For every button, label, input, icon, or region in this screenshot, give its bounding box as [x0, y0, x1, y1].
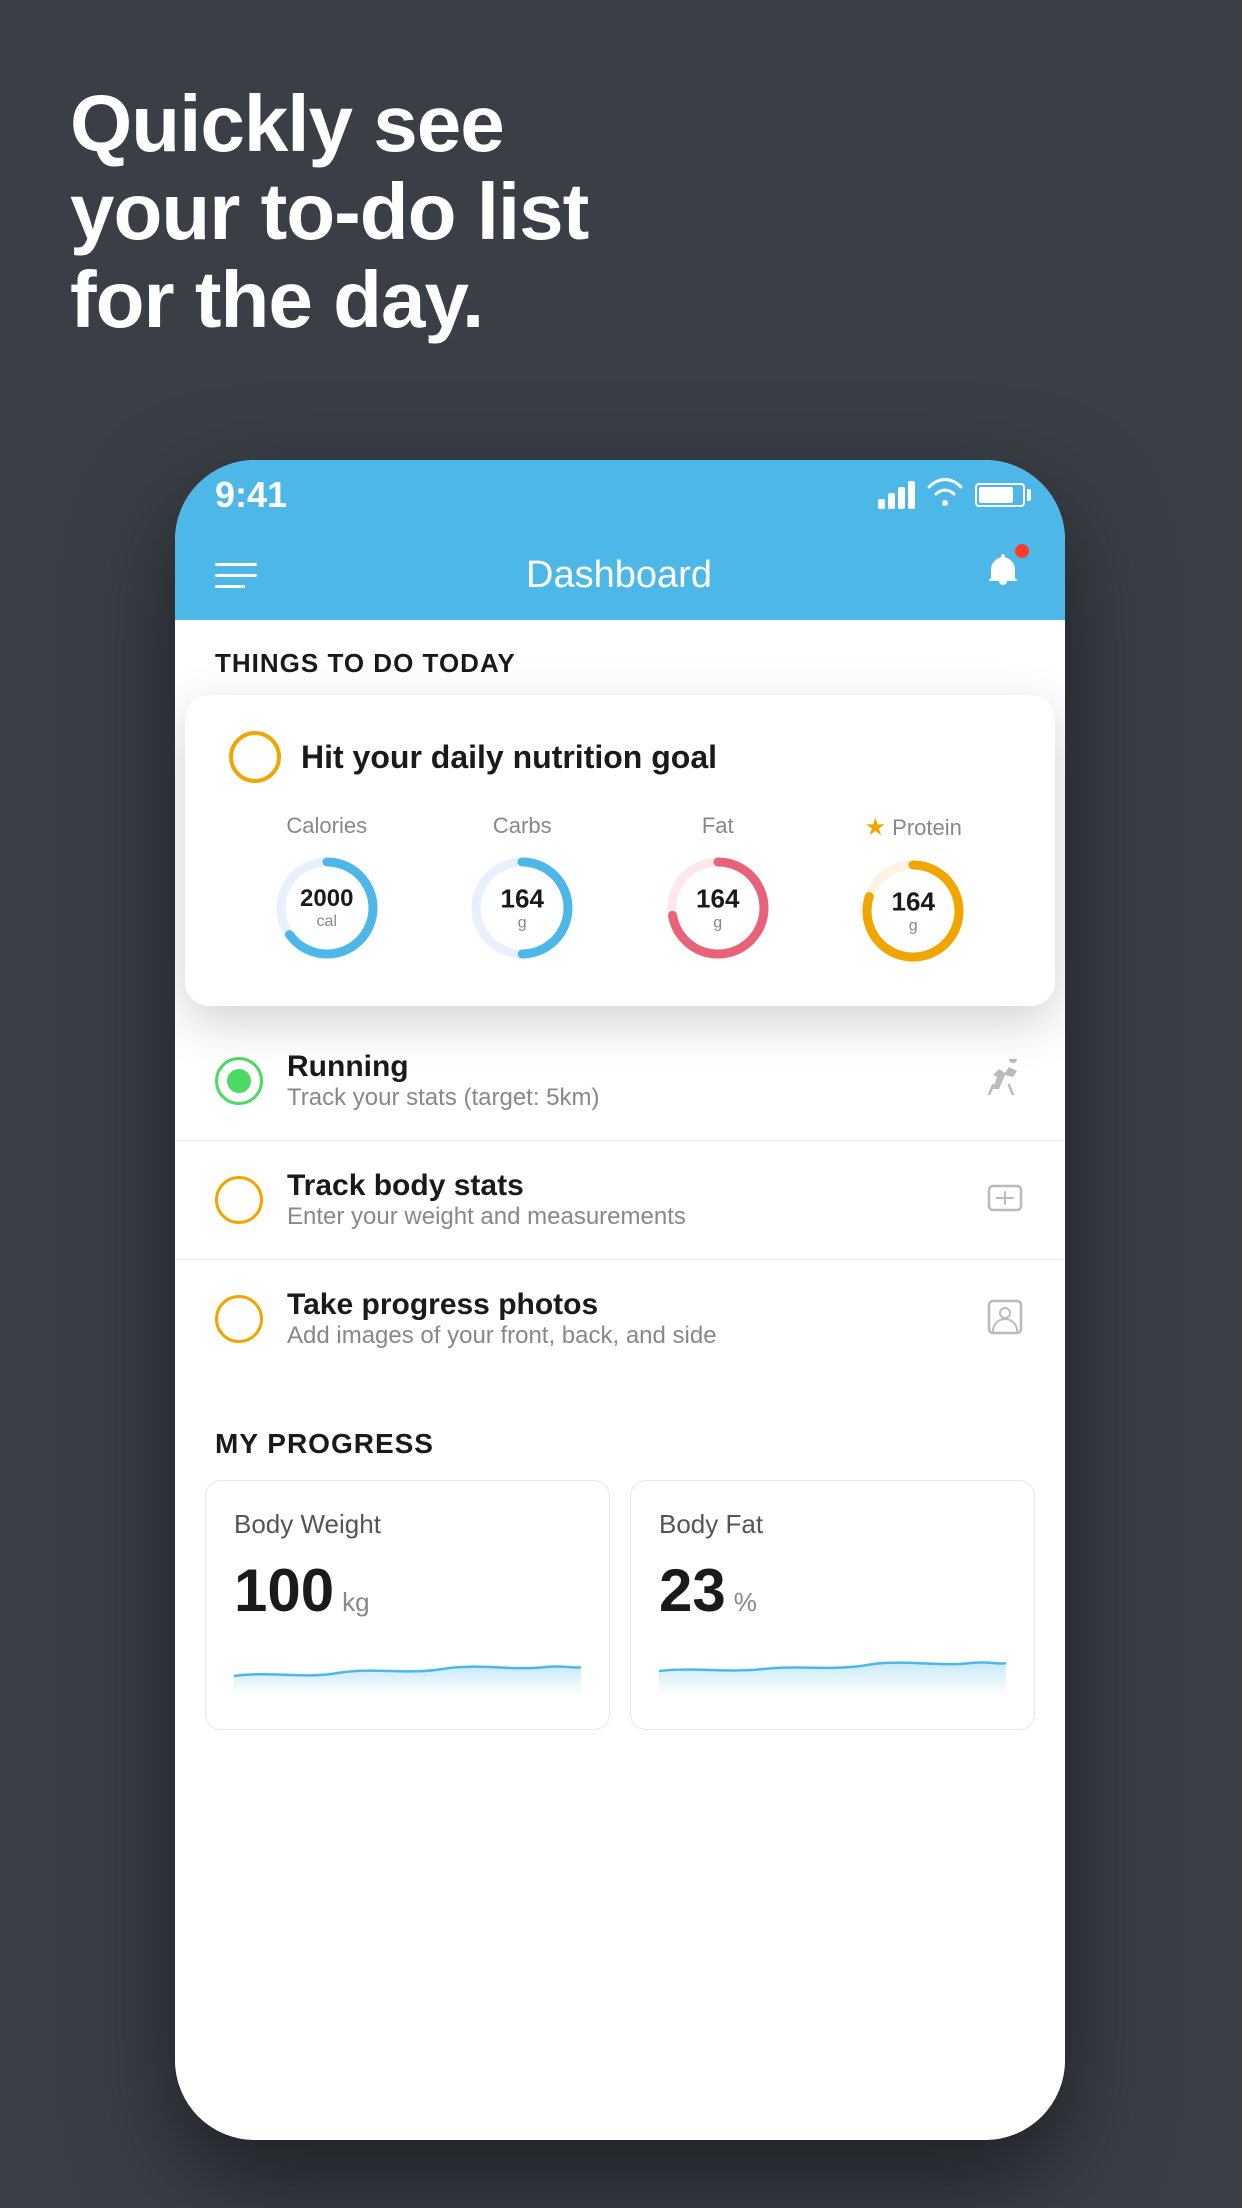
running-content: Running Track your stats (target: 5km): [287, 1050, 961, 1112]
nutrition-calories: Calories 2000 cal: [268, 813, 386, 967]
protein-circle: 164 g: [854, 852, 972, 970]
list-item-photos[interactable]: Take progress photos Add images of your …: [175, 1260, 1065, 1378]
nutrition-protein: ★ Protein 164 g: [854, 813, 972, 970]
photos-check: [215, 1295, 263, 1343]
body-fat-value-row: 23 %: [659, 1556, 1006, 1625]
nutrition-card-title: Hit your daily nutrition goal: [301, 739, 717, 776]
notification-bell-icon[interactable]: [981, 548, 1025, 602]
fat-unit: g: [696, 915, 739, 933]
body-fat-unit: %: [734, 1587, 757, 1618]
body-stats-check: [215, 1176, 263, 1224]
things-to-do-header: THINGS TO DO TODAY: [175, 620, 1065, 679]
body-weight-number: 100: [234, 1556, 334, 1625]
list-item-running[interactable]: Running Track your stats (target: 5km): [175, 1022, 1065, 1141]
running-title: Running: [287, 1050, 961, 1084]
calories-value: 2000: [300, 885, 353, 913]
fat-value: 164: [696, 884, 739, 915]
headline-line3: for the day.: [70, 256, 588, 344]
nutrition-check-circle: [229, 731, 281, 783]
body-fat-number: 23: [659, 1556, 726, 1625]
body-weight-card[interactable]: Body Weight 100 kg: [205, 1480, 610, 1730]
star-icon: ★: [865, 813, 887, 842]
list-item-body-stats[interactable]: Track body stats Enter your weight and m…: [175, 1141, 1065, 1260]
nav-title: Dashboard: [526, 554, 712, 597]
body-stats-subtitle: Enter your weight and measurements: [287, 1203, 961, 1231]
photos-content: Take progress photos Add images of your …: [287, 1288, 961, 1350]
body-fat-chart: [659, 1641, 1006, 1696]
nutrition-circles: Calories 2000 cal: [229, 813, 1011, 970]
battery-icon: [975, 483, 1025, 507]
nav-bar: Dashboard: [175, 530, 1065, 620]
body-fat-title: Body Fat: [659, 1509, 1006, 1540]
running-check: [215, 1057, 263, 1105]
progress-section: MY PROGRESS Body Weight 100 kg: [175, 1418, 1065, 1760]
body-stats-content: Track body stats Enter your weight and m…: [287, 1169, 961, 1231]
carbs-value: 164: [501, 884, 544, 915]
calories-circle: 2000 cal: [268, 849, 386, 967]
progress-cards: Body Weight 100 kg: [205, 1480, 1035, 1730]
todo-list: Running Track your stats (target: 5km): [175, 1022, 1065, 1378]
protein-value: 164: [892, 887, 935, 918]
status-time: 9:41: [215, 474, 287, 516]
notification-dot: [1015, 544, 1029, 558]
protein-unit: g: [892, 918, 935, 936]
progress-header: MY PROGRESS: [205, 1418, 1035, 1480]
body-weight-unit: kg: [342, 1587, 369, 1618]
phone-frame: 9:41: [175, 460, 1065, 2140]
fat-label: Fat: [702, 813, 734, 839]
headline-line2: your to-do list: [70, 168, 588, 256]
status-icons: [878, 478, 1025, 513]
calories-unit: cal: [300, 913, 353, 931]
carbs-circle: 164 g: [463, 849, 581, 967]
running-icon: [985, 1059, 1025, 1103]
scale-icon: [985, 1178, 1025, 1223]
nutrition-fat: Fat 164 g: [659, 813, 777, 967]
nutrition-card: Hit your daily nutrition goal Calories: [185, 695, 1055, 1006]
photos-title: Take progress photos: [287, 1288, 961, 1322]
headline: Quickly see your to-do list for the day.: [70, 80, 588, 344]
running-subtitle: Track your stats (target: 5km): [287, 1084, 961, 1112]
spacer: [175, 1378, 1065, 1418]
body-fat-card[interactable]: Body Fat 23 %: [630, 1480, 1035, 1730]
headline-line1: Quickly see: [70, 80, 588, 168]
calories-label: Calories: [286, 813, 367, 839]
photos-subtitle: Add images of your front, back, and side: [287, 1322, 961, 1350]
body-weight-title: Body Weight: [234, 1509, 581, 1540]
fat-circle: 164 g: [659, 849, 777, 967]
carbs-label: Carbs: [493, 813, 552, 839]
menu-button[interactable]: [215, 563, 257, 588]
body-weight-chart: [234, 1641, 581, 1696]
signal-icon: [878, 481, 915, 509]
wifi-icon: [927, 478, 963, 513]
carbs-unit: g: [501, 915, 544, 933]
nutrition-carbs: Carbs 164 g: [463, 813, 581, 967]
status-bar: 9:41: [175, 460, 1065, 530]
body-weight-value-row: 100 kg: [234, 1556, 581, 1625]
body-stats-title: Track body stats: [287, 1169, 961, 1203]
nutrition-card-title-row: Hit your daily nutrition goal: [229, 731, 1011, 783]
person-icon: [985, 1297, 1025, 1342]
content-area: THINGS TO DO TODAY Hit your daily nutrit…: [175, 620, 1065, 2140]
protein-label: Protein: [892, 815, 962, 841]
